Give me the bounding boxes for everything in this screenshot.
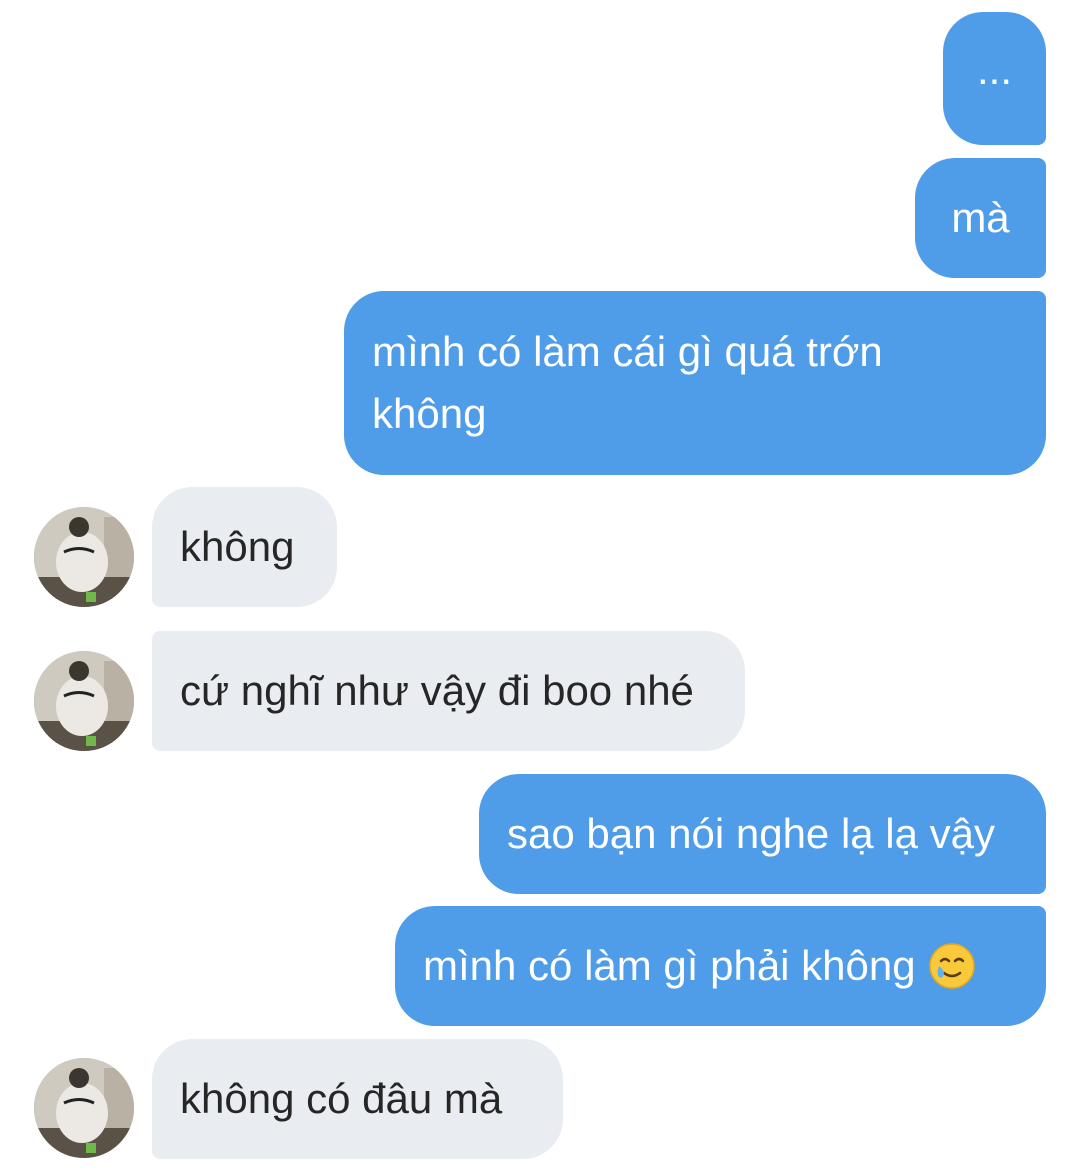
chat-thread: ... mà mình có làm cái gì quá trớn không…	[0, 0, 1080, 1171]
outgoing-message[interactable]: ...	[943, 12, 1046, 145]
outgoing-message[interactable]: mà	[915, 158, 1046, 278]
incoming-message[interactable]: không có đâu mà	[152, 1039, 563, 1159]
avatar-photo-icon	[34, 651, 134, 751]
outgoing-message[interactable]: sao bạn nói nghe lạ lạ vậy	[479, 774, 1046, 894]
message-text-line: mình có làm cái gì quá trớn	[372, 328, 883, 375]
message-text: không có đâu mà	[180, 1075, 503, 1122]
message-text: mà	[951, 194, 1010, 241]
contact-avatar[interactable]	[34, 1058, 134, 1158]
contact-avatar[interactable]	[34, 651, 134, 751]
message-text: không	[180, 523, 295, 570]
message-text: mình có làm gì phải không	[423, 942, 916, 989]
avatar-photo-icon	[34, 507, 134, 607]
smiling-face-with-tear-icon	[928, 943, 975, 989]
incoming-message[interactable]: không	[152, 487, 337, 607]
contact-avatar[interactable]	[34, 507, 134, 607]
message-text: cứ nghĩ như vậy đi boo nhé	[180, 667, 694, 714]
outgoing-message[interactable]: mình có làm gì phải không	[395, 906, 1046, 1026]
message-text-line: không	[372, 390, 487, 437]
message-text: ...	[976, 45, 1012, 93]
message-text: sao bạn nói nghe lạ lạ vậy	[507, 810, 996, 857]
outgoing-message[interactable]: mình có làm cái gì quá trớn không	[344, 291, 1046, 475]
avatar-photo-icon	[34, 1058, 134, 1158]
incoming-message[interactable]: cứ nghĩ như vậy đi boo nhé	[152, 631, 745, 751]
